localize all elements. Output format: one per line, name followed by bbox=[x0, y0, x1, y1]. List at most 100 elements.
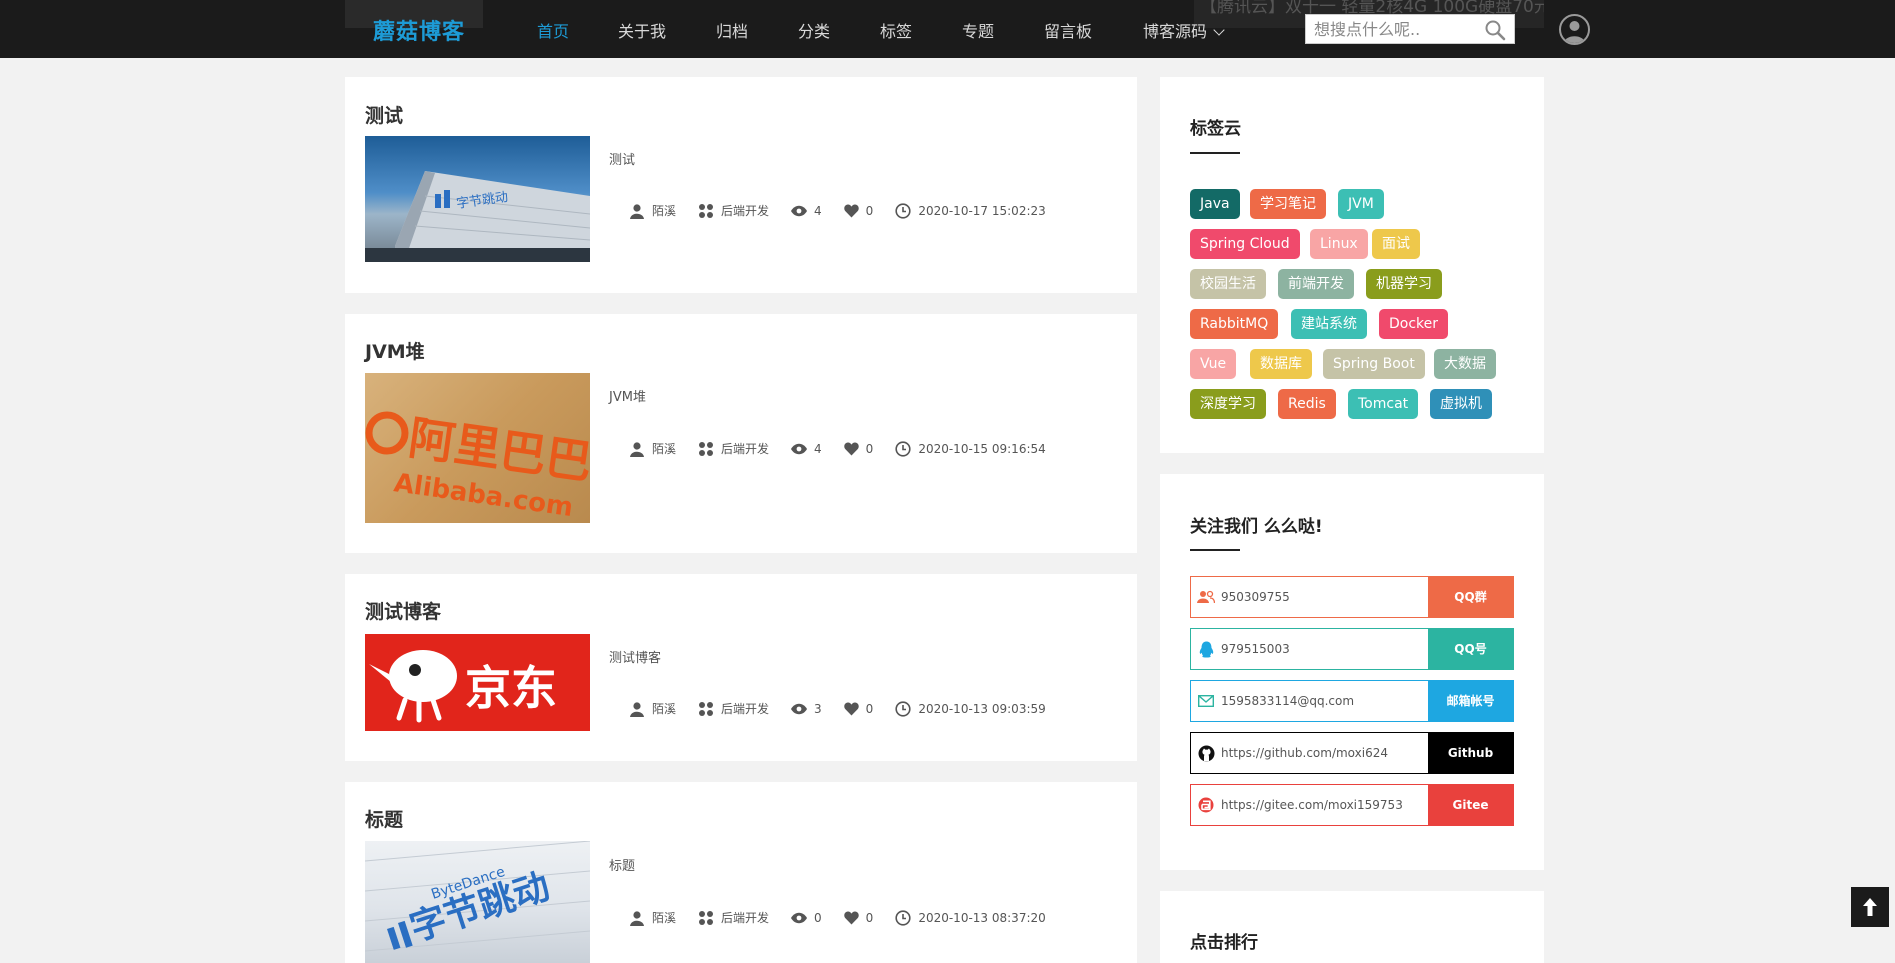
heart-icon[interactable] bbox=[843, 204, 859, 218]
tag-site-builder[interactable]: 建站系统 bbox=[1291, 309, 1367, 339]
article-likes: 0 bbox=[865, 910, 874, 925]
article-title[interactable]: 测试 bbox=[365, 101, 403, 128]
article-title[interactable]: 测试博客 bbox=[365, 597, 441, 624]
article-thumbnail[interactable]: ByteDance 字节跳动 bbox=[365, 841, 590, 963]
clock-icon bbox=[895, 700, 911, 717]
tag-cloud-panel: 标签云 Java 学习笔记 JVM Spring Cloud Linux 面试 … bbox=[1160, 77, 1544, 453]
nav-message-board[interactable]: 留言板 bbox=[1044, 18, 1092, 42]
tag-study-notes[interactable]: 学习笔记 bbox=[1250, 189, 1326, 219]
nav-archive[interactable]: 归档 bbox=[716, 18, 748, 42]
article-author[interactable]: 陌溪 bbox=[652, 440, 676, 457]
article-views: 0 bbox=[814, 910, 822, 925]
search-input[interactable] bbox=[1306, 15, 1476, 43]
qq-group-button[interactable]: QQ群 bbox=[1428, 577, 1513, 617]
article-category[interactable]: 后端开发 bbox=[721, 909, 769, 926]
nav-category[interactable]: 分类 bbox=[798, 18, 830, 42]
title-underline bbox=[1190, 549, 1240, 551]
nav-topics[interactable]: 专题 bbox=[962, 18, 994, 42]
nav-source-code[interactable]: 博客源码 bbox=[1143, 18, 1225, 42]
users-icon bbox=[1197, 590, 1215, 604]
article-thumbnail[interactable]: 字节跳动 bbox=[365, 136, 590, 262]
heart-icon[interactable] bbox=[843, 702, 859, 716]
gitee-icon bbox=[1198, 797, 1214, 813]
tag-linux[interactable]: Linux bbox=[1310, 229, 1368, 259]
arrow-up-icon bbox=[1863, 898, 1877, 916]
article-thumbnail[interactable]: 阿里巴巴 Alibaba.com bbox=[365, 373, 590, 523]
article-summary: 测试博客 bbox=[609, 651, 662, 666]
tag-deep-learning[interactable]: 深度学习 bbox=[1190, 389, 1266, 419]
category-icon bbox=[699, 910, 714, 925]
qq-number-button[interactable]: QQ号 bbox=[1428, 629, 1513, 669]
nav-tags[interactable]: 标签 bbox=[880, 18, 912, 42]
follow-row-github: https://github.com/moxi624 Github bbox=[1190, 732, 1514, 774]
category-icon bbox=[699, 441, 714, 456]
tag-big-data[interactable]: 大数据 bbox=[1434, 349, 1496, 379]
tag-spring-cloud[interactable]: Spring Cloud bbox=[1190, 229, 1300, 259]
back-to-top-button[interactable] bbox=[1851, 887, 1889, 927]
tag-database[interactable]: 数据库 bbox=[1250, 349, 1312, 379]
article-title[interactable]: 标题 bbox=[365, 805, 403, 832]
category-icon bbox=[699, 701, 714, 716]
tag-virtual-machine[interactable]: 虚拟机 bbox=[1430, 389, 1492, 419]
user-avatar-icon[interactable] bbox=[1559, 14, 1590, 45]
article-title[interactable]: JVM堆 bbox=[365, 337, 425, 364]
email-button[interactable]: 邮箱帐号 bbox=[1428, 681, 1513, 721]
category-icon bbox=[699, 203, 714, 218]
article-card: 测试 字节跳动 测试 陌溪 后端开发 4 0 2020-10-17 15:02:… bbox=[345, 77, 1137, 293]
tag-tomcat[interactable]: Tomcat bbox=[1348, 389, 1419, 419]
tag-java[interactable]: Java bbox=[1190, 189, 1240, 219]
tag-machine-learning[interactable]: 机器学习 bbox=[1366, 269, 1442, 299]
nav-home[interactable]: 首页 bbox=[537, 18, 569, 42]
article-likes: 0 bbox=[865, 203, 874, 218]
follow-row-qq-number: 979515003 QQ号 bbox=[1190, 628, 1514, 670]
heart-icon[interactable] bbox=[843, 911, 859, 925]
tag-rabbitmq[interactable]: RabbitMQ bbox=[1190, 309, 1279, 339]
eye-icon bbox=[791, 205, 808, 216]
github-button[interactable]: Github bbox=[1428, 733, 1513, 773]
article-date: 2020-10-15 09:16:54 bbox=[918, 441, 1046, 456]
clock-icon bbox=[895, 202, 911, 219]
tag-interview[interactable]: 面试 bbox=[1372, 229, 1420, 259]
clock-icon bbox=[895, 440, 911, 457]
article-author[interactable]: 陌溪 bbox=[652, 700, 676, 717]
heart-icon[interactable] bbox=[843, 442, 859, 456]
article-date: 2020-10-13 08:37:20 bbox=[918, 910, 1046, 925]
gitee-value[interactable]: https://gitee.com/moxi159753 bbox=[1221, 785, 1428, 825]
article-category[interactable]: 后端开发 bbox=[721, 440, 769, 457]
follow-us-panel: 关注我们 么么哒! 950309755 QQ群 979515003 QQ号 15… bbox=[1160, 474, 1544, 870]
tag-spring-boot[interactable]: Spring Boot bbox=[1323, 349, 1425, 379]
qq-group-value[interactable]: 950309755 bbox=[1221, 577, 1428, 617]
qq-number-value[interactable]: 979515003 bbox=[1221, 629, 1428, 669]
article-summary: JVM堆 bbox=[609, 390, 646, 405]
article-meta: 陌溪 后端开发 0 0 2020-10-13 08:37:20 bbox=[629, 909, 1068, 926]
tag-docker[interactable]: Docker bbox=[1379, 309, 1449, 339]
user-icon bbox=[630, 701, 644, 717]
article-date: 2020-10-17 15:02:23 bbox=[918, 203, 1046, 218]
article-views: 4 bbox=[814, 203, 822, 218]
click-ranking-panel: 点击排行 bbox=[1160, 891, 1544, 963]
article-author[interactable]: 陌溪 bbox=[652, 909, 676, 926]
tag-redis[interactable]: Redis bbox=[1278, 389, 1336, 419]
article-author[interactable]: 陌溪 bbox=[652, 202, 676, 219]
gitee-button[interactable]: Gitee bbox=[1428, 785, 1513, 825]
search-icon[interactable] bbox=[1484, 19, 1506, 41]
mail-icon bbox=[1198, 695, 1214, 707]
article-card: JVM堆 阿里巴巴 Alibaba.com JVM堆 陌溪 后端开发 4 0 2… bbox=[345, 314, 1137, 553]
top-navbar: 【腾讯云】双十一 轻量2核4G 100G硬盘70元/3年 蘑菇博客 首页 关于我… bbox=[0, 0, 1895, 58]
follow-us-title: 关注我们 么么哒! bbox=[1190, 517, 1323, 537]
follow-row-gitee: https://gitee.com/moxi159753 Gitee bbox=[1190, 784, 1514, 826]
tag-frontend[interactable]: 前端开发 bbox=[1278, 269, 1354, 299]
site-logo[interactable]: 蘑菇博客 bbox=[373, 14, 465, 46]
nav-about[interactable]: 关于我 bbox=[618, 18, 666, 42]
tag-campus-life[interactable]: 校园生活 bbox=[1190, 269, 1266, 299]
article-category[interactable]: 后端开发 bbox=[721, 700, 769, 717]
tag-jvm[interactable]: JVM bbox=[1338, 189, 1384, 219]
eye-icon bbox=[791, 912, 808, 923]
github-value[interactable]: https://github.com/moxi624 bbox=[1221, 733, 1428, 773]
email-value[interactable]: 1595833114@qq.com bbox=[1221, 681, 1428, 721]
chevron-down-icon bbox=[1213, 24, 1225, 36]
user-icon bbox=[630, 910, 644, 926]
article-category[interactable]: 后端开发 bbox=[721, 202, 769, 219]
tag-vue[interactable]: Vue bbox=[1190, 349, 1237, 379]
article-thumbnail[interactable]: 京东 bbox=[365, 634, 590, 731]
